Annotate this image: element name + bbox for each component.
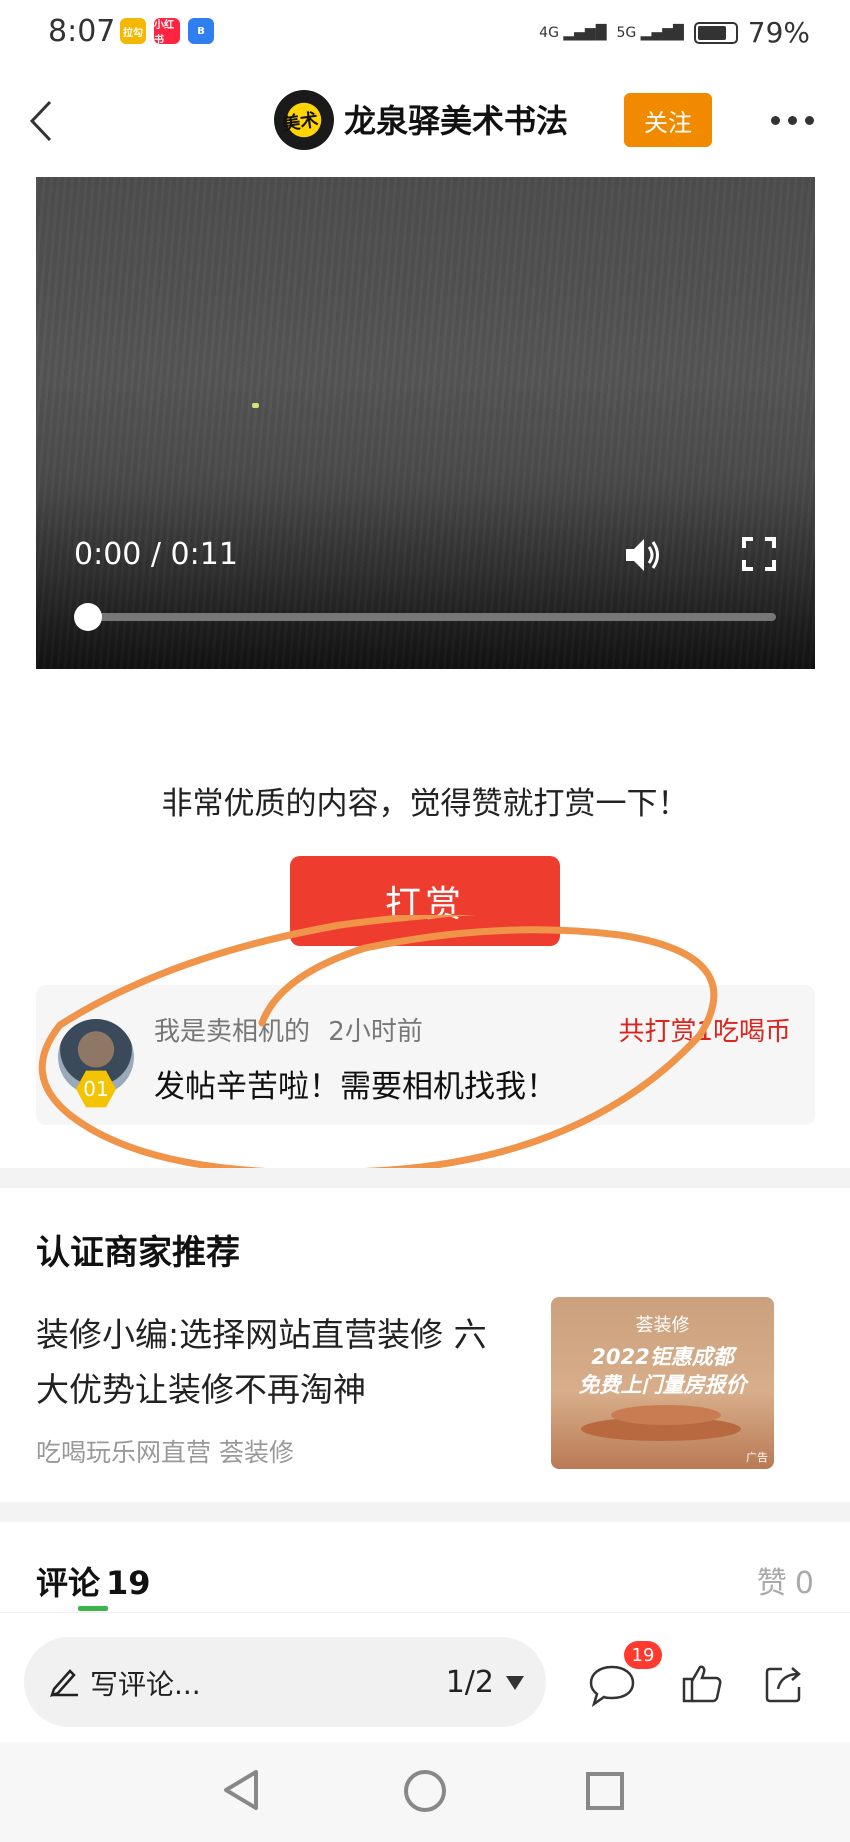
status-indicators: 4G ▂▄▆█ 5G ▂▄▆█ 79% (539, 16, 810, 49)
fullscreen-icon[interactable] (742, 537, 776, 571)
video-player[interactable]: 0:00 / 0:11 (36, 177, 815, 669)
video-frame-detail (252, 403, 259, 408)
ad-headline: 2022钜惠成都 (591, 1345, 734, 1369)
reward-time: 2小时前 (328, 1017, 423, 1047)
merchant-section-title: 认证商家推荐 (36, 1233, 240, 1273)
dropdown-triangle-icon[interactable] (504, 1673, 526, 1693)
section-divider (0, 1502, 850, 1522)
follow-button[interactable]: 关注 (624, 93, 712, 147)
account-logo[interactable]: 美术 (274, 90, 334, 150)
account-name[interactable]: 龙泉驿美术书法 (344, 96, 568, 142)
video-progress-bar[interactable] (86, 613, 776, 621)
ad-tag: 广告 (746, 1451, 768, 1464)
merchant-card-source: 吃喝玩乐网直营 荟装修 (36, 1438, 295, 1467)
reward-record-meta: 我是卖相机的 2小时前 (154, 1011, 423, 1048)
more-options-icon[interactable] (771, 116, 814, 125)
ad-subheadline: 免费上门量房报价 (578, 1373, 747, 1397)
merchant-card-title[interactable]: 装修小编:选择网站直营装修 六大优势让装修不再淘神 (36, 1307, 516, 1417)
nav-recent-apps-icon[interactable] (586, 1772, 624, 1810)
page-indicator[interactable]: 1/2 (446, 1665, 494, 1700)
reward-record: 01 我是卖相机的 2小时前 共打赏1吃喝币 发帖辛苦啦！需要相机找我！ (36, 985, 815, 1125)
signal-4g-icon: 4G ▂▄▆█ (539, 24, 607, 41)
reward-total: 共打赏1吃喝币 (618, 1017, 791, 1047)
likes-label: 赞 (756, 1566, 787, 1601)
back-arrow-icon[interactable] (22, 96, 62, 146)
comment-input[interactable]: 写评论... 1/2 (24, 1637, 546, 1727)
comments-title-label: 评论 (36, 1564, 101, 1602)
reward-button[interactable]: 打赏 (290, 856, 560, 946)
comments-tab[interactable]: 评论 19 (36, 1558, 151, 1604)
comments-count: 19 (106, 1564, 151, 1602)
volume-icon[interactable] (622, 533, 666, 577)
video-time: 0:00 / 0:11 (74, 537, 238, 572)
app-notification-icon: 小红书 (154, 18, 180, 46)
ad-brand: 荟装修 (635, 1315, 690, 1336)
system-navigation-bar (0, 1742, 850, 1842)
section-divider (0, 1168, 850, 1188)
comment-count-badge: 19 (624, 1641, 662, 1669)
merchant-card[interactable]: 装修小编:选择网站直营装修 六大优势让装修不再淘神 吃喝玩乐网直营 荟装修 荟装修… (36, 1295, 815, 1471)
comment-placeholder: 写评论... (90, 1668, 201, 1701)
status-bar: 8:07 拉勾 小红书 B 4G ▂▄▆█ 5G ▂▄▆█ 79% (0, 0, 850, 70)
video-progress-handle[interactable] (74, 603, 102, 631)
bottom-action-bar: 写评论... 1/2 19 (0, 1612, 850, 1742)
likes-tab[interactable]: 赞0 (757, 1558, 814, 1602)
battery-percent: 79% (747, 16, 810, 49)
header: 美术 龙泉驿美术书法 关注 (0, 78, 850, 162)
pen-icon (50, 1669, 78, 1697)
comment-bubble-icon[interactable] (588, 1663, 636, 1707)
likes-count: 0 (794, 1566, 814, 1601)
battery-fill (697, 25, 727, 40)
nav-back-icon[interactable] (222, 1768, 262, 1812)
logo-text: 美术 (280, 109, 320, 136)
app-notification-icon: B (188, 18, 214, 44)
status-app-icons: 拉勾 小红书 B (120, 18, 214, 46)
ad-decoration (611, 1405, 721, 1425)
reward-message: 发帖辛苦啦！需要相机找我！ (154, 1069, 557, 1105)
signal-5g-icon: 5G ▂▄▆█ (616, 24, 684, 41)
comments-tab-indicator (78, 1606, 108, 1611)
status-time: 8:07 (48, 14, 116, 49)
thumbs-up-icon[interactable] (680, 1661, 724, 1705)
reward-user-name[interactable]: 我是卖相机的 (154, 1017, 310, 1047)
screen: 8:07 拉勾 小红书 B 4G ▂▄▆█ 5G ▂▄▆█ 79% 美术 龙泉驿… (0, 0, 850, 1842)
battery-icon (693, 21, 738, 44)
app-notification-icon: 拉勾 (120, 18, 146, 44)
ad-image[interactable]: 荟装修 2022钜惠成都 免费上门量房报价 广告 (551, 1297, 774, 1469)
reward-prompt: 非常优质的内容，觉得赞就打赏一下！ (161, 786, 689, 822)
nav-home-icon[interactable] (404, 1770, 446, 1812)
share-icon[interactable] (762, 1661, 806, 1705)
